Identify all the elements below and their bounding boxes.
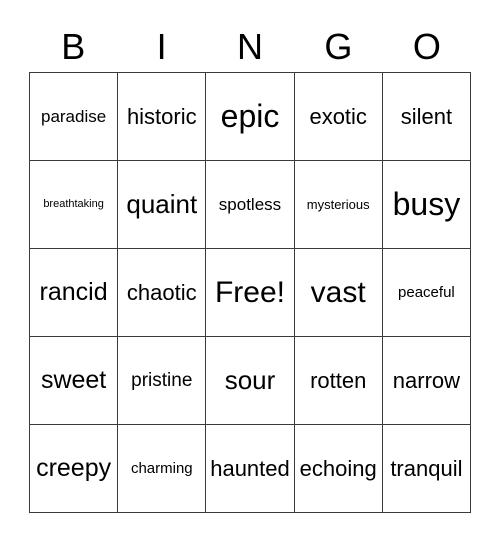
bingo-cell-b5[interactable]: creepy: [30, 425, 119, 513]
bingo-cell-i3[interactable]: chaotic: [118, 249, 207, 337]
bingo-free-space-label: Free!: [214, 275, 285, 309]
bingo-cell-label: haunted: [210, 455, 290, 481]
bingo-cell-n4[interactable]: sour: [206, 337, 295, 425]
bingo-header-letter-g: G: [324, 26, 353, 67]
bingo-cell-o4[interactable]: narrow: [382, 337, 471, 425]
bingo-cell-label: historic: [126, 103, 197, 129]
bingo-cell-b4[interactable]: sweet: [30, 337, 119, 425]
bingo-cell-label: echoing: [299, 455, 377, 481]
bingo-cell-label: busy: [392, 185, 461, 222]
bingo-header-row: B I N G O: [29, 22, 471, 72]
bingo-cell-n1[interactable]: epic: [206, 73, 295, 161]
bingo-cell-b2[interactable]: breathtaking: [30, 161, 119, 249]
bingo-cell-o3[interactable]: peaceful: [382, 249, 471, 337]
bingo-cell-i5[interactable]: charming: [118, 425, 207, 513]
bingo-cell-free-space[interactable]: Free!: [206, 249, 295, 337]
bingo-cell-label: spotless: [218, 194, 282, 214]
bingo-cell-label: paradise: [40, 106, 107, 126]
bingo-cell-label: quaint: [126, 188, 198, 219]
bingo-header-letter-b: B: [61, 26, 86, 67]
bingo-cell-g3[interactable]: vast: [294, 249, 383, 337]
bingo-cell-label: pristine: [131, 369, 193, 391]
bingo-cell-label: chaotic: [126, 279, 197, 305]
bingo-header-letter-o: O: [412, 26, 441, 67]
bingo-cell-label: peaceful: [398, 283, 455, 301]
bingo-cell-o1[interactable]: silent: [382, 73, 471, 161]
bingo-cell-o5[interactable]: tranquil: [382, 425, 471, 513]
bingo-cell-o2[interactable]: busy: [382, 161, 471, 249]
bingo-cell-n5[interactable]: haunted: [206, 425, 295, 513]
bingo-cell-i1[interactable]: historic: [118, 73, 207, 161]
bingo-cell-label: charming: [130, 459, 193, 477]
bingo-cell-label: mysterious: [306, 196, 370, 212]
bingo-cell-n2[interactable]: spotless: [206, 161, 295, 249]
bingo-cell-label: epic: [220, 97, 280, 134]
bingo-cell-b3[interactable]: rancid: [30, 249, 119, 337]
bingo-cell-g1[interactable]: exotic: [294, 73, 383, 161]
bingo-cell-label: rotten: [310, 367, 367, 393]
bingo-cell-label: rancid: [39, 278, 108, 307]
bingo-cell-i2[interactable]: quaint: [118, 161, 207, 249]
bingo-cell-label: sour: [224, 364, 276, 395]
bingo-cell-g4[interactable]: rotten: [294, 337, 383, 425]
bingo-cell-label: tranquil: [390, 455, 463, 481]
bingo-cell-b1[interactable]: paradise: [30, 73, 119, 161]
bingo-card: B I N G O paradise historic epic exotic …: [0, 0, 500, 544]
bingo-cell-label: vast: [310, 275, 366, 309]
bingo-cell-g2[interactable]: mysterious: [294, 161, 383, 249]
bingo-cell-i4[interactable]: pristine: [118, 337, 207, 425]
bingo-grid: paradise historic epic exotic silent bre…: [29, 72, 471, 513]
bingo-header-letter-i: I: [156, 26, 167, 67]
bingo-cell-label: exotic: [309, 103, 367, 129]
bingo-header-letter-n: N: [237, 26, 264, 67]
bingo-cell-label: creepy: [36, 454, 112, 483]
bingo-cell-label: narrow: [392, 367, 461, 393]
bingo-cell-label: sweet: [40, 366, 107, 395]
bingo-cell-label: breathtaking: [43, 197, 104, 210]
bingo-cell-g5[interactable]: echoing: [294, 425, 383, 513]
bingo-cell-label: silent: [400, 103, 453, 129]
